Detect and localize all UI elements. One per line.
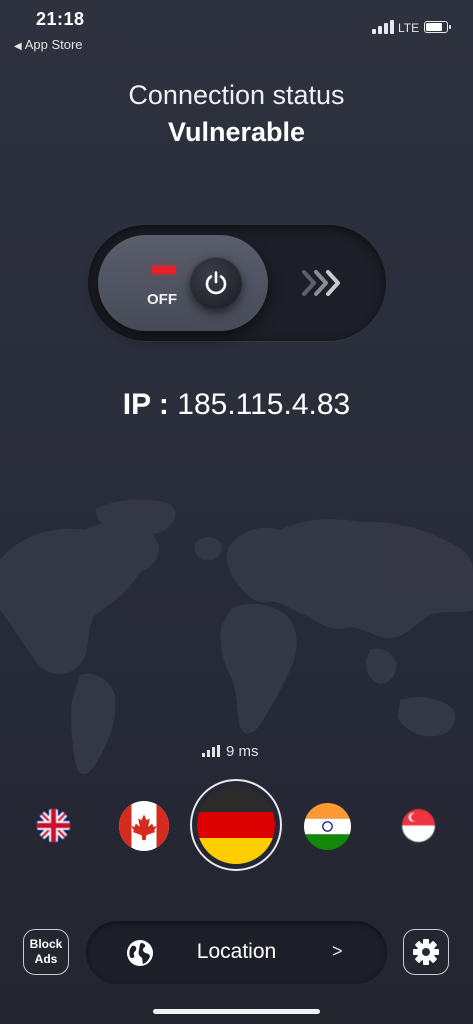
signal-strength-icon [202, 745, 220, 757]
location-uk[interactable] [37, 809, 70, 842]
latency-value: 9 ms [226, 743, 259, 760]
location-singapore[interactable] [402, 809, 435, 842]
network-type: LTE [398, 21, 420, 35]
toggle-state-label: OFF [147, 291, 177, 308]
location-selector[interactable]: Location > [86, 921, 387, 984]
germany-flag-icon [197, 786, 275, 864]
back-label: App Store [24, 37, 83, 52]
location-germany[interactable] [197, 786, 275, 864]
latency-indicator: 9 ms [202, 743, 259, 760]
india-flag-icon [304, 803, 351, 850]
ip-value: 185.115.4.83 [177, 388, 351, 421]
settings-button[interactable] [403, 929, 449, 975]
ip-label: IP : [122, 388, 169, 421]
status-time: 21:18 [36, 9, 85, 29]
singapore-flag-icon [402, 809, 435, 842]
block-ads-line2: Ads [34, 952, 58, 966]
chevron-right-icon: > [332, 941, 343, 961]
toggle-knob[interactable]: OFF [98, 235, 268, 331]
location-canada[interactable] [119, 801, 169, 851]
swipe-chevrons-icon [302, 270, 340, 296]
back-triangle-icon: ◀ [14, 41, 22, 52]
block-ads-button[interactable]: Block Ads [23, 929, 69, 975]
power-button[interactable] [190, 257, 242, 309]
off-indicator [152, 266, 176, 274]
battery-icon [424, 21, 451, 33]
vpn-toggle[interactable]: OFF [88, 225, 386, 341]
back-to-app-store[interactable]: ◀ App Store [14, 37, 83, 52]
home-indicator[interactable] [153, 1009, 320, 1014]
cellular-signal-icon [372, 20, 394, 34]
canada-flag-icon [119, 801, 169, 851]
location-india[interactable] [304, 803, 351, 850]
power-icon [205, 271, 227, 295]
gear-icon [413, 939, 439, 965]
ip-address: IP : 185.115.4.83 [0, 388, 473, 422]
connection-status-title: Connection status [128, 80, 345, 110]
block-ads-line1: Block [29, 937, 63, 951]
uk-flag-icon [37, 809, 70, 842]
connection-status-value: Vulnerable [167, 117, 306, 147]
